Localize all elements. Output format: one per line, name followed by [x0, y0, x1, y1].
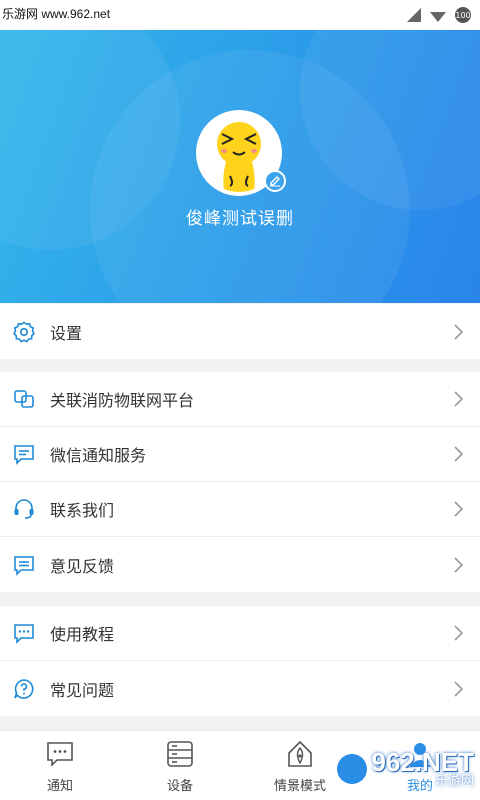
chevron-right-icon [454, 556, 464, 573]
menu-item-label: 使用教程 [50, 625, 115, 644]
gear-icon [12, 320, 36, 344]
message-icon [12, 442, 36, 466]
watermark-logo-icon [337, 753, 368, 784]
menu-item-label: 常见问题 [50, 680, 115, 700]
tab-device[interactable]: 设备 [120, 731, 240, 800]
question-icon [12, 677, 36, 701]
device-icon [167, 741, 193, 767]
menu-item-tutorial[interactable]: 使用教程 [0, 606, 480, 661]
profile-header: 俊峰测试误删 [0, 30, 480, 303]
menu-item-link-platform[interactable]: 关联消防物联网平台 [0, 372, 480, 427]
menu-item-label: 意见反馈 [50, 556, 115, 576]
wifi-icon [430, 12, 446, 22]
svg-text:100: 100 [455, 11, 470, 20]
watermark-logo: 962.NET 乐游网 [337, 749, 474, 788]
watermark-brand: 962.NET [371, 747, 474, 777]
tab-label: 设备 [166, 779, 193, 794]
status-bar: 乐游网 www.962.net 100 [0, 0, 480, 30]
link-platform-icon [12, 387, 36, 411]
battery-icon: 100 [455, 7, 471, 23]
menu-item-feedback[interactable]: 意见反馈 [0, 537, 480, 592]
watermark-sub: 乐游网 [434, 774, 474, 789]
menu-item-contact-us[interactable]: 联系我们 [0, 482, 480, 537]
menu-item-label: 微信通知服务 [50, 446, 147, 465]
chevron-right-icon [454, 323, 464, 340]
menu-group-help: 使用教程 常见问题 [0, 606, 480, 716]
username: 俊峰测试误删 [186, 209, 294, 229]
tab-label: 通知 [46, 779, 73, 794]
tab-label: 情景模式 [273, 779, 326, 794]
menu-item-settings[interactable]: 设置 [0, 304, 480, 359]
tutorial-icon [12, 621, 36, 645]
chevron-right-icon [454, 446, 464, 462]
menu-item-label: 关联消防物联网平台 [50, 391, 195, 410]
menu-item-wechat-notify[interactable]: 微信通知服务 [0, 427, 480, 482]
feedback-icon [12, 553, 36, 577]
headset-icon [12, 497, 36, 521]
chevron-right-icon [454, 501, 464, 517]
menu-group-settings: 设置 [0, 304, 480, 359]
signal-icon [407, 8, 421, 22]
menu-group-services: 关联消防物联网平台 微信通知服务 联系我们 意见反馈 [0, 372, 480, 592]
watermark-text: 乐游网 www.962.net [2, 7, 111, 21]
chevron-right-icon [454, 625, 464, 641]
chevron-right-icon [454, 391, 464, 407]
status-icons: 100 [406, 6, 472, 24]
edit-icon [270, 176, 280, 187]
scene-icon [288, 740, 312, 767]
menu-item-label: 联系我们 [50, 501, 115, 520]
notification-icon [47, 742, 73, 767]
menu-item-faq[interactable]: 常见问题 [0, 661, 480, 716]
menu-item-label: 设置 [50, 323, 83, 343]
tab-notification[interactable]: 通知 [0, 731, 120, 800]
edit-profile-button[interactable] [264, 170, 286, 192]
chevron-right-icon [454, 680, 464, 697]
